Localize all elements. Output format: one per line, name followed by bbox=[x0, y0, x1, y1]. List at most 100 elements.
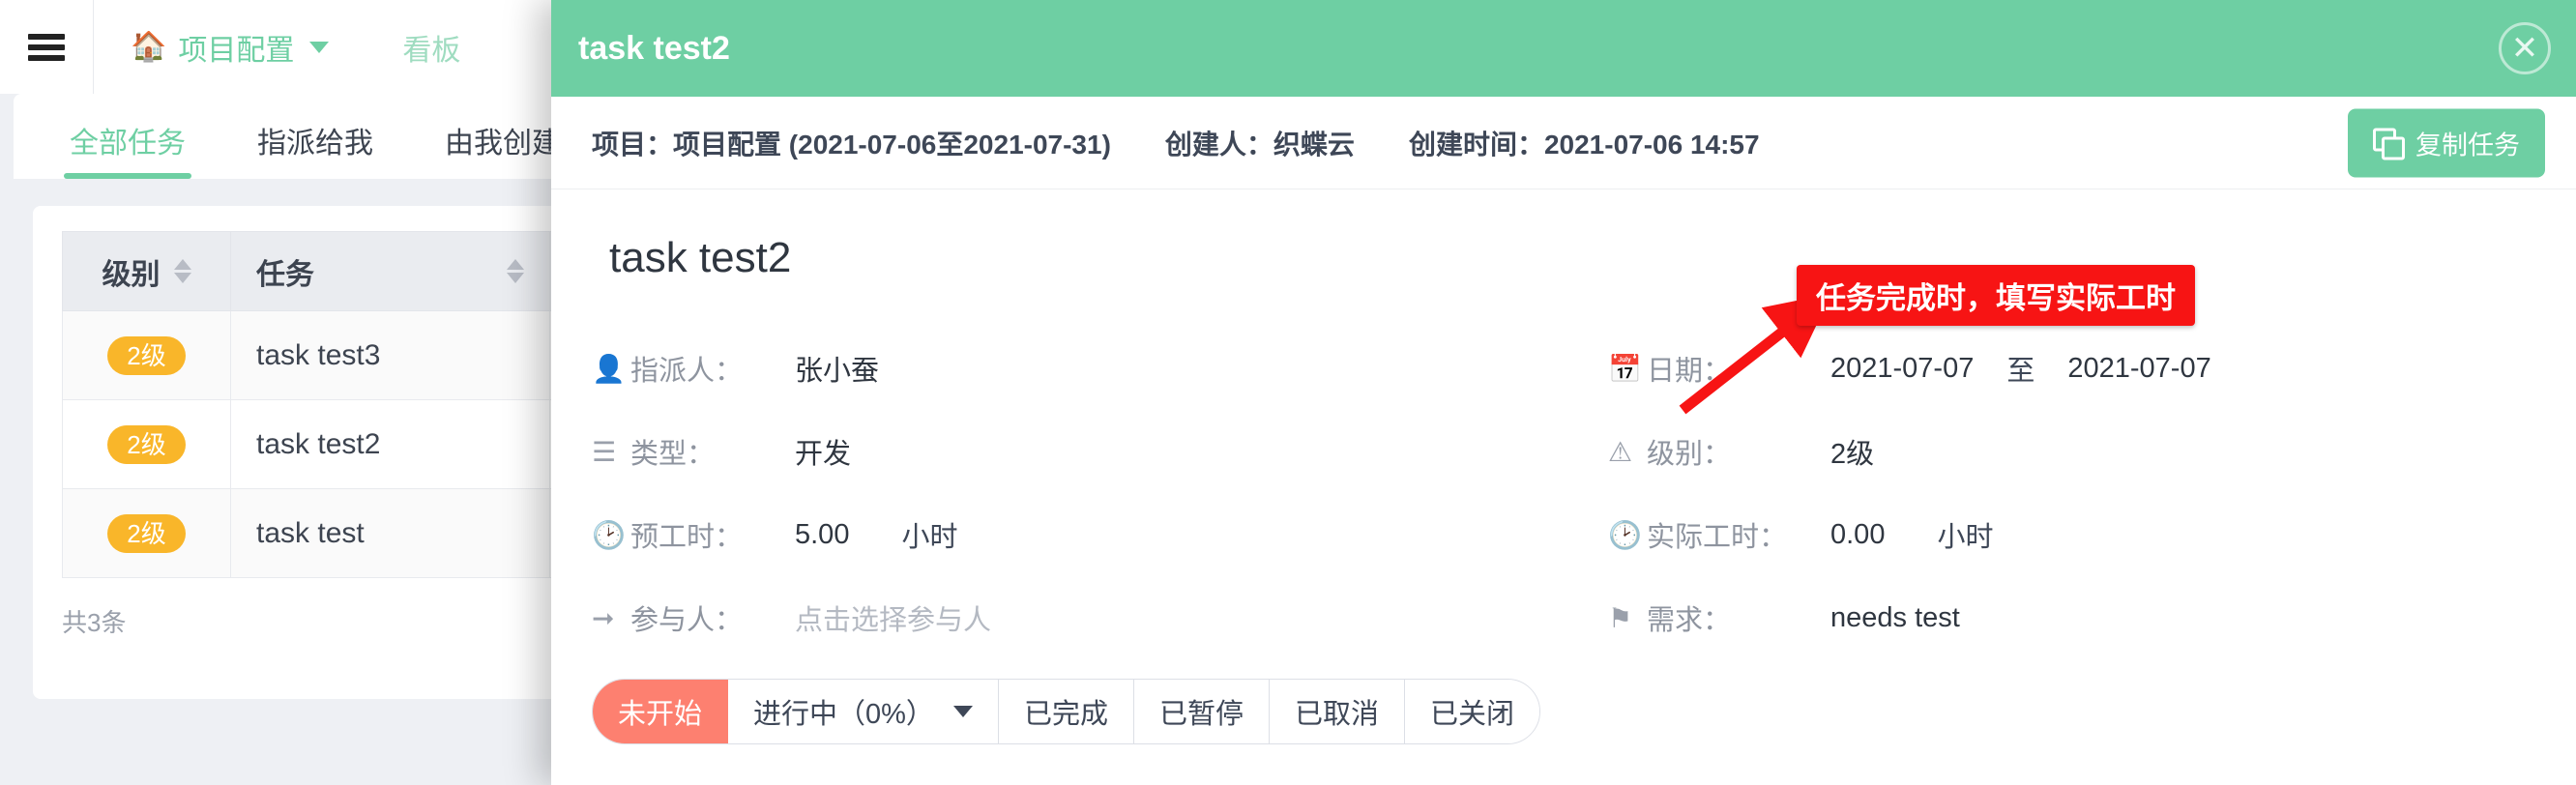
status-bar: 未开始 进行中（0%） 已完成 已暂停 已取消 已关闭 bbox=[551, 659, 2576, 785]
modal-body: task test2 👤 指派人： 张小蚕 ☰ 类型： 开发 🕑 预工时： 5.… bbox=[551, 189, 2576, 659]
meta-creator: 创建人：织蝶云 bbox=[1165, 124, 1355, 162]
user-icon: 👤 bbox=[592, 353, 626, 384]
field-value: 2级 bbox=[1830, 439, 1875, 470]
hamburger-icon bbox=[28, 33, 65, 61]
field-label: 需求： bbox=[1647, 605, 1732, 636]
level-badge: 2级 bbox=[107, 424, 186, 464]
status-label: 进行中（0%） bbox=[753, 699, 934, 730]
cell-level: 2级 bbox=[62, 310, 231, 400]
field-label: 级别： bbox=[1647, 439, 1732, 470]
tab-assigned-to-me[interactable]: 指派给我 bbox=[251, 119, 379, 179]
task-detail-modal: task test2 ✕ 项目：项目配置 (2021-07-06至2021-07… bbox=[551, 0, 2576, 785]
tab-label: 指派给我 bbox=[257, 128, 373, 160]
field-value: 0.00 bbox=[1830, 518, 1886, 550]
meta-project: 项目：项目配置 (2021-07-06至2021-07-31) bbox=[592, 124, 1111, 162]
field-requirement[interactable]: ⚑ 需求： needs test bbox=[1608, 576, 2535, 659]
clock-icon: 🕑 bbox=[1608, 519, 1642, 550]
status-label: 已完成 bbox=[1023, 699, 1108, 730]
tab-label: 由我创建 bbox=[445, 128, 561, 160]
status-button-in-progress[interactable]: 进行中（0%） bbox=[728, 680, 999, 743]
field-unit: 小时 bbox=[901, 522, 958, 553]
modal-header: task test2 ✕ bbox=[551, 0, 2576, 97]
meta-project-value: 项目配置 (2021-07-06至2021-07-31) bbox=[673, 129, 1111, 160]
field-participants[interactable]: ➞ 参与人： 点击选择参与人 bbox=[592, 576, 1564, 659]
clock-icon: 🕑 bbox=[592, 519, 626, 550]
field-value-end: 2021-07-07 bbox=[2067, 352, 2211, 384]
modal-title: task test2 bbox=[578, 29, 730, 67]
menu-toggle-button[interactable] bbox=[0, 0, 94, 94]
status-label: 已取消 bbox=[1294, 699, 1379, 730]
field-type[interactable]: ☰ 类型： 开发 bbox=[592, 410, 1564, 493]
status-button-paused[interactable]: 已暂停 bbox=[1133, 680, 1270, 743]
field-value: needs test bbox=[1830, 601, 1960, 633]
list-icon: ☰ bbox=[592, 436, 617, 467]
meta-creator-label: 创建人： bbox=[1164, 129, 1273, 160]
field-label: 参与人： bbox=[630, 605, 744, 636]
field-value: 开发 bbox=[795, 439, 852, 470]
level-badge: 2级 bbox=[107, 513, 186, 553]
copy-task-button[interactable]: 复制任务 bbox=[2348, 108, 2545, 177]
nav-item-label: 项目配置 bbox=[178, 34, 295, 67]
column-header-label: 级别 bbox=[102, 258, 161, 291]
nav-item-kanban[interactable]: 看板 bbox=[366, 0, 497, 94]
sort-icon[interactable] bbox=[173, 259, 191, 283]
field-estimated-hours[interactable]: 🕑 预工时： 5.00 小时 bbox=[592, 493, 1564, 576]
field-value-start: 2021-07-07 bbox=[1830, 352, 1975, 384]
sort-icon[interactable] bbox=[507, 259, 524, 283]
field-label: 指派人： bbox=[630, 356, 744, 387]
cell-level: 2级 bbox=[62, 399, 231, 489]
date-separator: 至 bbox=[2006, 356, 2035, 387]
status-label: 未开始 bbox=[618, 699, 703, 730]
status-button-completed[interactable]: 已完成 bbox=[998, 680, 1134, 743]
cell-task: task test2 bbox=[230, 399, 550, 489]
chevron-down-icon bbox=[309, 41, 330, 53]
field-value: 张小蚕 bbox=[795, 356, 880, 387]
tab-created-by-me[interactable]: 由我创建 bbox=[439, 119, 567, 179]
column-header-label: 任务 bbox=[256, 258, 314, 291]
copy-icon bbox=[2373, 128, 2405, 160]
column-header-level[interactable]: 级别 bbox=[62, 231, 231, 311]
status-label: 已暂停 bbox=[1158, 699, 1244, 730]
nav-item-label: 看板 bbox=[402, 34, 461, 67]
field-placeholder: 点击选择参与人 bbox=[795, 605, 992, 636]
field-value: 5.00 bbox=[795, 518, 850, 550]
cell-level: 2级 bbox=[62, 488, 231, 578]
flag-icon: ⚑ bbox=[1608, 602, 1633, 633]
nav-item-project-config[interactable]: 🏠 项目配置 bbox=[94, 0, 366, 94]
cell-task: task test bbox=[230, 488, 550, 578]
fields-columns: 👤 指派人： 张小蚕 ☰ 类型： 开发 🕑 预工时： 5.00 小时 ➞ 参与人… bbox=[592, 327, 2535, 659]
task-name-heading: task test2 bbox=[609, 234, 792, 281]
status-button-closed[interactable]: 已关闭 bbox=[1404, 680, 1539, 743]
meta-created-label: 创建时间： bbox=[1408, 129, 1544, 160]
meta-created-time: 创建时间：2021-07-06 14:57 bbox=[1409, 124, 1760, 162]
home-icon: 🏠 bbox=[131, 30, 167, 63]
info-icon: ⚠ bbox=[1608, 436, 1633, 467]
meta-project-label: 项目： bbox=[592, 129, 674, 160]
status-button-cancelled[interactable]: 已取消 bbox=[1269, 680, 1405, 743]
app-root: 🏠 项目配置 看板 全部任务 指派给我 由我创建 级别 任务 2级 task t… bbox=[0, 0, 2576, 785]
field-label: 类型： bbox=[630, 439, 716, 470]
status-label: 已关闭 bbox=[1429, 699, 1514, 730]
copy-task-label: 复制任务 bbox=[2415, 131, 2520, 160]
tab-all-tasks[interactable]: 全部任务 bbox=[64, 119, 191, 179]
column-header-task[interactable]: 任务 bbox=[230, 231, 550, 311]
field-label: 实际工时： bbox=[1647, 522, 1788, 553]
close-circle-icon[interactable]: ✕ bbox=[2499, 22, 2551, 74]
tab-label: 全部任务 bbox=[70, 128, 186, 160]
modal-meta-bar: 项目：项目配置 (2021-07-06至2021-07-31) 创建人：织蝶云 … bbox=[551, 97, 2576, 189]
level-badge: 2级 bbox=[107, 335, 186, 375]
annotation-banner: 任务完成时，填写实际工时 bbox=[1797, 265, 2195, 326]
cell-task: task test3 bbox=[230, 310, 550, 400]
chevron-down-icon bbox=[952, 706, 973, 717]
field-label: 预工时： bbox=[630, 522, 744, 553]
exit-icon: ➞ bbox=[592, 602, 615, 633]
fields-column-left: 👤 指派人： 张小蚕 ☰ 类型： 开发 🕑 预工时： 5.00 小时 ➞ 参与人… bbox=[592, 327, 1564, 659]
field-level[interactable]: ⚠ 级别： 2级 bbox=[1608, 410, 2535, 493]
field-actual-hours[interactable]: 🕑 实际工时： 0.00 小时 bbox=[1608, 493, 2535, 576]
field-assignee[interactable]: 👤 指派人： 张小蚕 bbox=[592, 327, 1564, 410]
calendar-icon: 📅 bbox=[1608, 353, 1642, 384]
status-button-not-started[interactable]: 未开始 bbox=[593, 680, 729, 743]
field-unit: 小时 bbox=[1937, 522, 1994, 553]
meta-creator-value: 织蝶云 bbox=[1273, 129, 1355, 160]
status-button-group: 未开始 进行中（0%） 已完成 已暂停 已取消 已关闭 bbox=[592, 679, 1540, 744]
